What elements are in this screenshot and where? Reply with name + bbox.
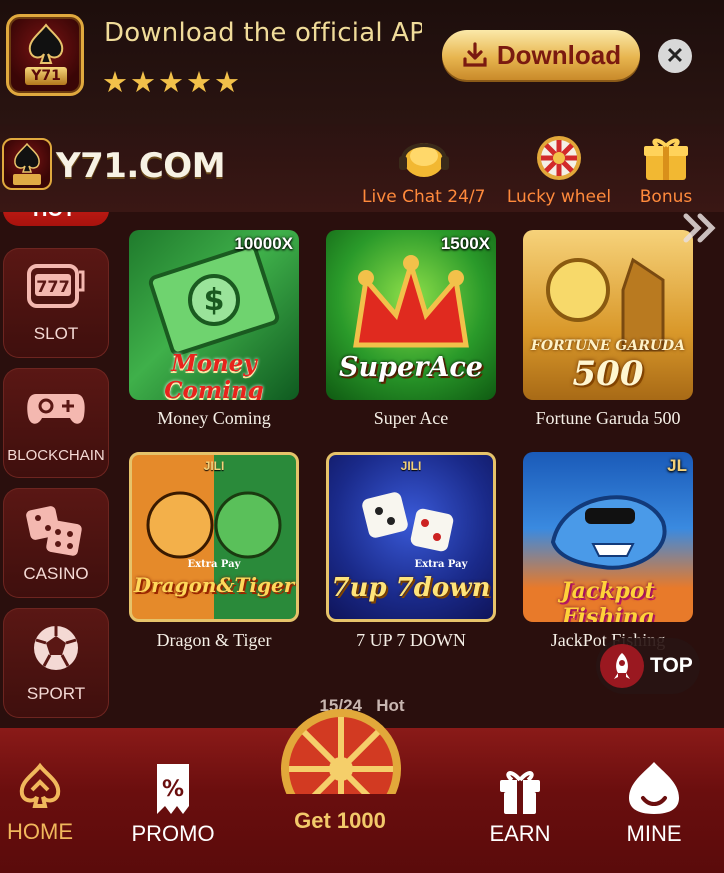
banner-title: Download the official APP t... xyxy=(104,18,422,48)
coupon-icon: % xyxy=(157,764,189,814)
scroll-top-button[interactable]: TOP xyxy=(596,638,700,694)
rating-stars: ★ ★ ★ ★ ★ xyxy=(102,68,240,98)
close-banner-button[interactable]: ✕ xyxy=(658,39,692,73)
download-button[interactable]: Download xyxy=(442,30,640,80)
nav-promo[interactable]: % PROMO xyxy=(128,762,218,847)
live-chat-label: Live Chat 24/7 xyxy=(362,187,486,207)
rocket-icon xyxy=(600,644,644,688)
game-title-art: SuperAce xyxy=(339,352,483,383)
wheel-icon xyxy=(537,136,581,180)
extra-pay-badge: Extra Pay xyxy=(187,559,241,570)
user-smile-icon xyxy=(629,762,679,814)
nav-earn-label: EARN xyxy=(489,821,551,846)
logo-icon[interactable] xyxy=(2,138,52,190)
game-name: Money Coming xyxy=(157,408,271,428)
game-title-art: 7up 7down xyxy=(331,573,491,603)
game-tile-fortune-garuda-500[interactable]: FORTUNE GARUDA 500 Fortune Garuda 500 xyxy=(523,230,693,428)
sidebar-item-hot[interactable]: HOT xyxy=(3,212,109,226)
provider-badge: JILI xyxy=(203,459,225,473)
star-icon: ★ xyxy=(186,67,212,99)
star-icon: ★ xyxy=(102,67,128,99)
svg-text:$: $ xyxy=(204,283,225,318)
sidebar-item-label: HOT xyxy=(33,212,75,222)
gift-icon xyxy=(644,138,688,180)
next-page-arrow[interactable] xyxy=(680,210,724,250)
nav-home[interactable]: HOME xyxy=(4,762,76,845)
soccer-ball-icon xyxy=(30,622,82,679)
lucky-wheel-button[interactable]: Lucky wheel xyxy=(504,134,614,207)
nav-mine[interactable]: MINE xyxy=(614,760,694,847)
game-thumbnail: FORTUNE GARUDA 500 xyxy=(523,230,693,400)
game-tile-super-ace[interactable]: 1500X SuperAce Super Ace xyxy=(326,230,496,428)
download-banner: Y71 Download the official APP t... ★ ★ ★… xyxy=(0,0,724,124)
nav-get-bonus[interactable]: Get 1000 xyxy=(260,808,420,834)
multiplier-badge: 10000X xyxy=(234,234,293,253)
headset-icon xyxy=(398,143,449,177)
game-tile-jackpot-fishing[interactable]: JL Jackpot Fishing JackPot Fishing xyxy=(523,452,693,650)
double-chevron-right-icon xyxy=(683,213,716,243)
slot-machine-icon: 777 xyxy=(25,262,87,317)
multiplier-badge: 1500X xyxy=(440,234,490,253)
game-thumbnail: JL Jackpot Fishing xyxy=(523,452,693,622)
game-tile-7up-7down[interactable]: JILI Extra Pay 7up 7down 7 UP 7 DOWN xyxy=(326,452,496,650)
star-icon: ★ xyxy=(158,67,184,99)
provider-badge: JL xyxy=(667,456,687,475)
game-thumbnail: JILI Extra Pay 7up 7down xyxy=(326,452,496,622)
lucky-wheel-float-icon[interactable] xyxy=(276,704,406,829)
live-chat-button[interactable]: Live Chat 24/7 xyxy=(362,134,485,207)
sidebar-item-slot[interactable]: 777 SLOT xyxy=(3,248,109,358)
extra-pay-badge: Extra Pay xyxy=(414,559,468,570)
spade-icon xyxy=(13,142,41,185)
bonus-button[interactable]: Bonus xyxy=(638,134,694,207)
game-name: Super Ace xyxy=(373,408,449,428)
download-button-label: Download xyxy=(496,39,622,70)
sidebar-item-blockchain[interactable]: BLOCKCHAIN xyxy=(3,368,109,478)
game-title-art: Jackpot Fishing xyxy=(561,578,655,622)
game-name: 7 UP 7 DOWN xyxy=(356,630,466,650)
game-thumbnail: JILI Extra Pay Dragon&Tiger xyxy=(129,452,299,622)
lucky-wheel-label: Lucky wheel xyxy=(506,187,612,207)
nav-promo-label: PROMO xyxy=(131,821,215,846)
site-header: Y71.COM Live Chat 24/7 Lucky wheel Bonus xyxy=(0,124,724,212)
nav-earn[interactable]: EARN xyxy=(482,764,558,847)
close-icon: ✕ xyxy=(665,43,685,68)
download-icon xyxy=(463,42,487,67)
game-title-art: FORTUNE GARUDA xyxy=(530,338,686,354)
category-sidebar: HOT 777 SLOT BLOCKCHAIN xyxy=(0,212,114,727)
site-logo[interactable]: Y71.COM xyxy=(56,146,226,186)
svg-text:777: 777 xyxy=(36,277,69,296)
game-name: Dragon & Tiger xyxy=(156,630,272,650)
app-icon-label: Y71 xyxy=(25,67,67,85)
star-icon: ★ xyxy=(130,67,156,99)
sidebar-item-label: CASINO xyxy=(23,564,89,583)
nav-mine-label: MINE xyxy=(626,821,682,846)
sidebar-item-label: SLOT xyxy=(33,324,79,343)
nav-home-label: HOME xyxy=(7,819,73,844)
dice-icon xyxy=(24,502,88,563)
home-spade-icon xyxy=(19,762,61,808)
sidebar-item-casino[interactable]: CASINO xyxy=(3,488,109,598)
gamepad-icon xyxy=(24,382,88,437)
app-icon: Y71 xyxy=(6,14,84,96)
sidebar-item-label: BLOCKCHAIN xyxy=(7,447,105,464)
game-thumbnail: $ 10000X Money Coming xyxy=(129,230,299,400)
game-thumbnail: 1500X SuperAce xyxy=(326,230,496,400)
spade-icon xyxy=(28,23,64,64)
game-title-art: Money Coming xyxy=(164,350,264,400)
provider-badge: JILI xyxy=(400,459,422,473)
scroll-top-label: TOP xyxy=(650,654,693,677)
svg-text:%: % xyxy=(162,777,184,802)
star-icon: ★ xyxy=(214,67,240,99)
game-title-art-number: 500 xyxy=(572,354,644,394)
game-title-art: Dragon&Tiger xyxy=(133,573,295,597)
game-name: Fortune Garuda 500 xyxy=(535,408,681,428)
game-tile-money-coming[interactable]: $ 10000X Money Coming Money Coming xyxy=(129,230,299,428)
game-tile-dragon-tiger[interactable]: JILI Extra Pay Dragon&Tiger Dragon & Tig… xyxy=(129,452,299,650)
gift-icon xyxy=(500,771,540,814)
bonus-label: Bonus xyxy=(639,187,693,207)
